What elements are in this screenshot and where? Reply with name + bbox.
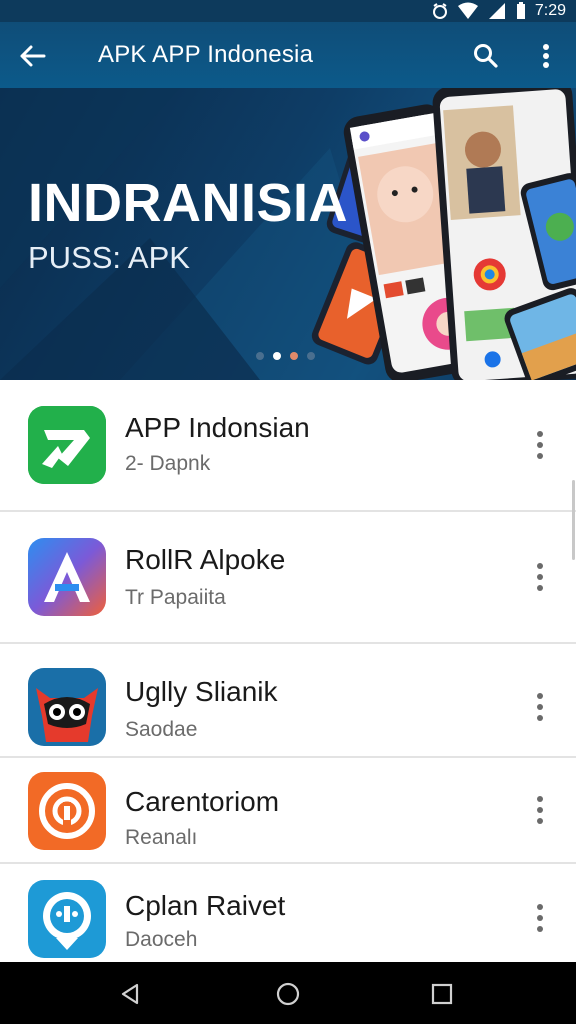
orange-sync-app-icon [28,772,106,850]
search-icon [474,44,498,68]
status-bar: 7:29 [0,0,576,22]
list-item[interactable]: Cplan Raivet Daoceh [0,864,576,962]
more-vert-icon [543,44,549,68]
letter-a-app-icon [28,538,106,616]
search-button[interactable] [468,38,504,74]
list-item[interactable]: Carentoriom Reanalı [0,758,576,862]
app-name: Cplan Raivet [125,890,286,921]
list-item[interactable]: RollR Alpoke Tr Papaiita [0,512,576,642]
app-subtitle: 2- Dapnk [125,452,211,475]
carousel-dot[interactable] [307,352,315,360]
status-time: 7:29 [534,2,566,19]
item-overflow-menu[interactable] [526,425,554,465]
battery-icon [515,2,527,20]
carousel-indicator[interactable] [256,352,315,360]
carousel-dot[interactable] [256,352,264,360]
scrollbar[interactable] [572,480,575,560]
banner-subtitle: PUSS: APK [28,240,190,275]
banner-title: INDRANISIA [28,173,349,233]
masked-face-app-icon [28,668,106,746]
overflow-menu-button[interactable] [530,38,562,74]
carousel-dot-active[interactable] [273,352,281,360]
alarm-icon [431,2,449,20]
triangle-back-icon [121,983,139,1005]
item-overflow-menu[interactable] [526,557,554,597]
app-subtitle: Daoceh [125,928,198,951]
square-recents-icon [431,983,453,1005]
back-button[interactable] [14,38,50,74]
app-name: APP Indonsian [125,412,310,443]
blue-badge-app-icon [28,880,106,958]
nav-recents-button[interactable] [422,974,462,1014]
wifi-icon [457,2,479,20]
app-name: Uglly Slianik [125,676,278,707]
green-arrow-app-icon [28,406,106,484]
arrow-left-icon [20,45,46,67]
system-nav-bar [0,962,576,1024]
item-overflow-menu[interactable] [526,790,554,830]
app-subtitle: Reanalı [125,826,198,849]
app-name: RollR Alpoke [125,544,286,575]
app-bar: APK APP Indonesia [0,22,576,88]
page-title: APK APP Indonesia [98,41,314,68]
carousel-dot[interactable] [290,352,298,360]
list-item[interactable]: Uglly Slianik Saodae [0,644,576,756]
nav-home-button[interactable] [268,974,308,1014]
phones-illustration [311,88,576,380]
item-overflow-menu[interactable] [526,687,554,727]
circle-home-icon [276,982,300,1006]
item-overflow-menu[interactable] [526,898,554,938]
app-name: Carentoriom [125,786,280,817]
nav-back-button[interactable] [110,974,150,1014]
promo-banner[interactable]: INDRANISIA PUSS: APK [0,88,576,380]
app-subtitle: Tr Papaiita [125,586,226,609]
list-item[interactable]: APP Indonsian 2- Dapnk [0,380,576,510]
app-subtitle: Saodae [125,718,198,741]
signal-icon [487,2,507,20]
